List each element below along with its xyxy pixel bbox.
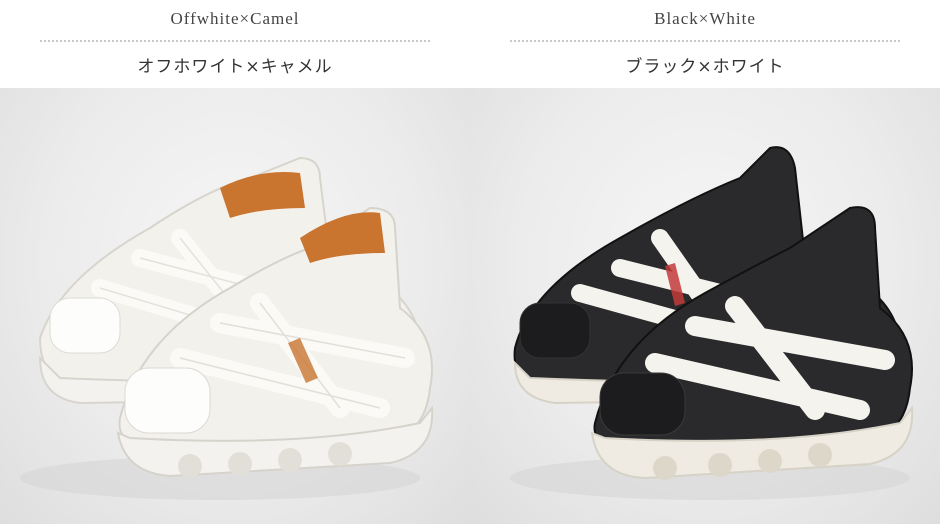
dotted-divider bbox=[40, 40, 430, 42]
sneaker-pair-image bbox=[20, 156, 434, 500]
color-name-ja: ブラック×ホワイト bbox=[625, 57, 785, 77]
color-name-en: Black×White bbox=[654, 9, 756, 28]
variant-offwhite-camel: Offwhite×Camel オフホワイト×キャメル bbox=[0, 0, 470, 524]
sneaker-pair-image bbox=[510, 146, 914, 500]
product-photo bbox=[0, 88, 470, 524]
product-photo bbox=[470, 88, 940, 524]
variant-caption: Offwhite×Camel オフホワイト×キャメル bbox=[0, 0, 470, 88]
product-color-variants: Offwhite×Camel オフホワイト×キャメル Black×White ブ… bbox=[0, 0, 940, 524]
variant-black-white: Black×White ブラック×ホワイト bbox=[470, 0, 940, 524]
color-name-en: Offwhite×Camel bbox=[170, 9, 300, 28]
color-name-ja: オフホワイト×キャメル bbox=[137, 57, 333, 77]
dotted-divider bbox=[510, 40, 900, 42]
variant-caption: Black×White ブラック×ホワイト bbox=[470, 0, 940, 88]
